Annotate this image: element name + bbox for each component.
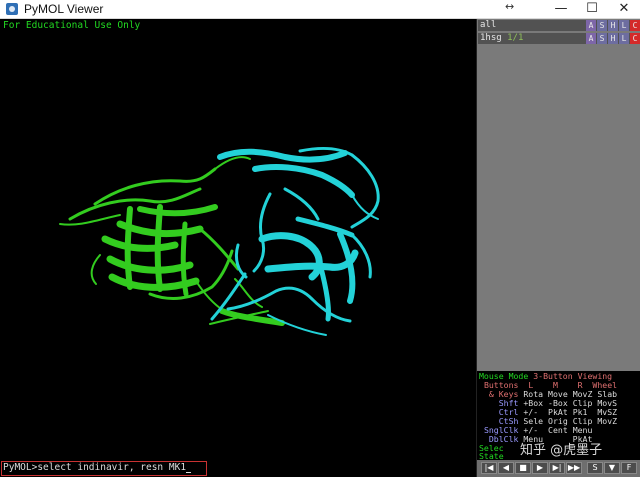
object-name[interactable]: 1hsg 1/1: [480, 33, 523, 44]
window-title: PyMOL Viewer: [24, 2, 104, 16]
maximize-icon[interactable]: ☐: [577, 0, 607, 18]
object-show-button[interactable]: S: [597, 33, 607, 44]
resize-arrows-icon[interactable]: ↔: [505, 0, 514, 18]
molecule-viewport[interactable]: For Educational Use Only: [0, 19, 476, 460]
back-button[interactable]: ◀: [498, 462, 514, 474]
playback-bar: |◀ ◀ ■ ▶ ▶| ▶▶ S ▼ F: [476, 460, 640, 477]
command-line[interactable]: PyMOL>select indinavir, resn MK1: [0, 460, 476, 477]
play-button[interactable]: ▶: [532, 462, 548, 474]
object-row-all[interactable]: all A S H L C: [478, 20, 640, 31]
stop-button[interactable]: ■: [515, 462, 531, 474]
rewind-button[interactable]: |◀: [481, 462, 497, 474]
scene-button[interactable]: S: [587, 462, 603, 474]
command-input[interactable]: PyMOL>select indinavir, resn MK1: [3, 462, 192, 473]
object-name[interactable]: all: [480, 20, 502, 31]
object-hide-button[interactable]: H: [608, 20, 618, 31]
watermark-text: 知乎 @虎墨子: [520, 443, 603, 458]
object-row-1hsg[interactable]: 1hsg 1/1 A S H L C: [478, 33, 640, 44]
fullscreen-button[interactable]: F: [621, 462, 637, 474]
object-action-button[interactable]: A: [586, 20, 596, 31]
end-button[interactable]: ▶▶: [566, 462, 582, 474]
sequence-button[interactable]: ▼: [604, 462, 620, 474]
chain-b-cartoon: [210, 146, 380, 336]
command-text[interactable]: select indinavir, resn MK1: [37, 462, 186, 473]
pymol-app-icon: [6, 3, 18, 15]
object-label-button[interactable]: L: [619, 20, 629, 31]
object-show-button[interactable]: S: [597, 20, 607, 31]
chain-a-cartoon: [59, 156, 285, 326]
forward-button[interactable]: ▶|: [549, 462, 565, 474]
object-hide-button[interactable]: H: [608, 33, 618, 44]
title-bar: PyMOL Viewer ↔ — ☐ ✕: [0, 0, 640, 19]
minimize-icon[interactable]: —: [546, 0, 576, 18]
object-color-button[interactable]: C: [630, 20, 640, 31]
object-action-button[interactable]: A: [586, 33, 596, 44]
text-cursor: [186, 472, 192, 473]
object-color-button[interactable]: C: [630, 33, 640, 44]
protein-cartoon[interactable]: [0, 19, 476, 460]
command-prompt: PyMOL>: [3, 462, 38, 473]
object-label-button[interactable]: L: [619, 33, 629, 44]
close-icon[interactable]: ✕: [609, 0, 639, 18]
